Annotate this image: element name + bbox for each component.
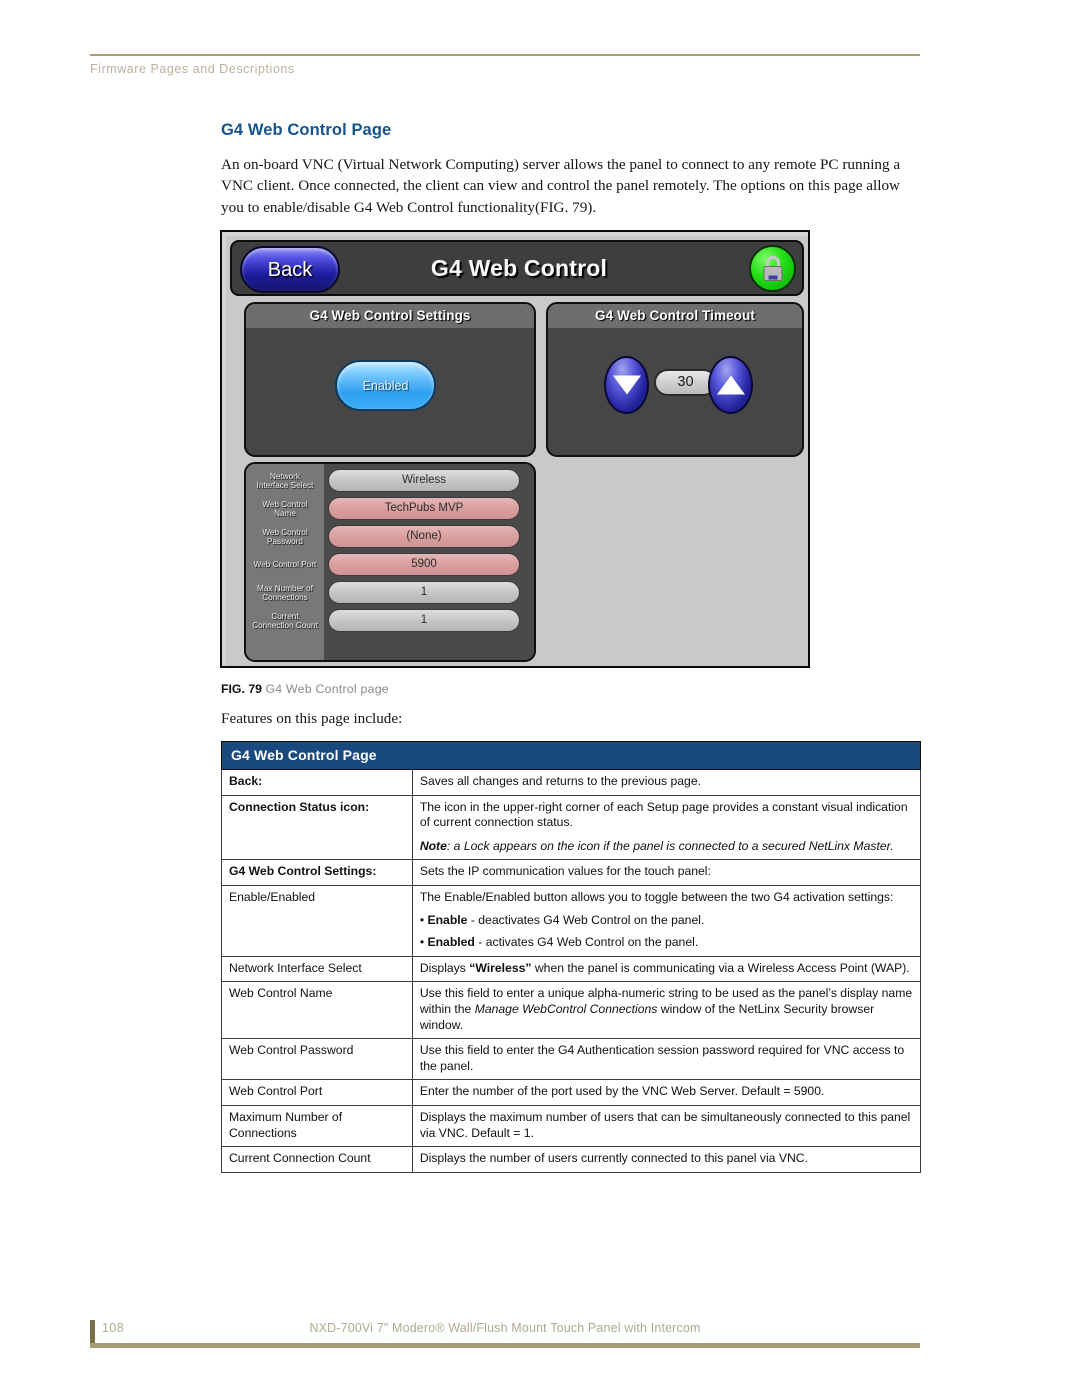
panel-field-value[interactable]: 5900: [328, 553, 520, 576]
panel-field-row: Web Control Port 5900: [246, 551, 534, 579]
table-cell-description: Use this field to enter a unique alpha-n…: [411, 981, 922, 1040]
document-page: Firmware Pages and Descriptions G4 Web C…: [0, 0, 1080, 1397]
figure-caption: FIG. 79 G4 Web Control page: [221, 682, 389, 696]
panel-field-row: Network Interface Select Wireless: [246, 467, 534, 495]
table-cell-description: Saves all changes and returns to the pre…: [411, 769, 922, 796]
table-row: Enable/Enabled The Enable/Enabled button …: [221, 884, 922, 957]
intro-paragraph: An on-board VNC (Virtual Network Computi…: [221, 156, 901, 216]
g4-web-control-timeout-box: G4 Web Control Timeout 30: [546, 302, 804, 457]
table-cell-term: G4 Web Control Settings:: [221, 859, 413, 886]
table-cell-description: Enter the number of the port used by the…: [411, 1079, 922, 1106]
panel-field-row: Web Control Name TechPubs MVP: [246, 495, 534, 523]
table-cell-term: Web Control Name: [221, 981, 413, 1040]
network-fields-box: Network Interface Select Wireless Web Contr…: [244, 462, 536, 662]
running-header: Firmware Pages and Descriptions: [90, 62, 295, 76]
timeout-box-header: G4 Web Control Timeout: [548, 304, 802, 328]
table-row: G4 Web Control Settings: Sets the IP comm…: [221, 859, 922, 886]
table-cell-term: Enable/Enabled: [221, 884, 413, 957]
panel-field-label: Web Control Name: [262, 499, 308, 518]
table-row: Web Control Name Use this field to enter …: [221, 981, 922, 1040]
panel-field-label: Max Number of Connections: [257, 583, 313, 602]
table-row: Connection Status icon: The icon in the u…: [221, 794, 922, 861]
panel-field-row: Max Number of Connections 1: [246, 579, 534, 607]
table-cell-term: Web Control Password: [221, 1038, 413, 1081]
table-cell-term: Web Control Port: [221, 1079, 413, 1106]
panel-field-label: Web Control Password: [262, 527, 308, 546]
figure-touchpanel-screenshot: G4 Web Control Back G4 Web Control Setti…: [220, 230, 810, 668]
table-row: Maximum Number of Connections Displays th…: [221, 1104, 922, 1148]
touchpanel-screen: G4 Web Control Back G4 Web Control Setti…: [226, 236, 808, 666]
footer-document-title: NXD-700Vi 7" Modero® Wall/Flush Mount To…: [309, 1321, 701, 1335]
enabled-toggle-button[interactable]: Enabled: [335, 360, 436, 411]
footer-rule: [90, 1343, 920, 1348]
back-button-label: Back: [267, 259, 313, 281]
header-rule: [90, 54, 920, 56]
figure-caption-label: FIG. 79: [221, 682, 263, 696]
table-cell-term: Maximum Number of Connections: [221, 1104, 413, 1148]
table-header-row: G4 Web Control Page: [221, 741, 921, 770]
enabled-toggle-label: Enabled: [362, 379, 409, 393]
table-cell-term: Connection Status icon:: [221, 794, 413, 861]
panel-field-row: Current Connection Count 1: [246, 607, 534, 635]
panel-field-value[interactable]: TechPubs MVP: [328, 497, 520, 520]
table-cell-term: Back:: [221, 769, 413, 796]
features-intro: Features on this page include:: [221, 710, 403, 727]
page-title: G4 Web Control Page: [221, 121, 392, 139]
feature-descriptions-table: G4 Web Control Page Back: Saves all chang…: [221, 741, 922, 1173]
g4-web-control-settings-box: G4 Web Control Settings Enabled: [244, 302, 536, 457]
table-cell-description: The icon in the upper-right corner of ea…: [411, 794, 922, 861]
table-cell-description: Displays “Wireless” when the panel is co…: [411, 955, 922, 983]
table-cell-term: Network Interface Select: [221, 955, 413, 983]
table-row: Current Connection Count Displays the num…: [221, 1146, 922, 1173]
figure-caption-text: G4 Web Control page: [265, 682, 389, 696]
timeout-stepper: 30: [548, 356, 802, 414]
table-cell-description: Sets the IP communication values for the…: [411, 859, 922, 886]
panel-field-row: Web Control Password (None): [246, 523, 534, 551]
lock-icon: [763, 255, 782, 281]
timeout-decrement-button[interactable]: [604, 356, 649, 414]
touchpanel-titlebar: G4 Web Control Back: [230, 240, 804, 296]
table-row: Web Control Port Enter the number of the …: [221, 1079, 922, 1106]
table-row: Web Control Password Use this field to en…: [221, 1038, 922, 1081]
table-cell-description: Use this field to enter the G4 Authentic…: [411, 1038, 922, 1081]
triangle-down-icon: [612, 375, 641, 395]
table-cell-description: Displays the number of users currently c…: [411, 1146, 922, 1173]
table-title: G4 Web Control Page: [221, 741, 921, 770]
connection-status-lock-icon[interactable]: [749, 245, 796, 292]
back-button[interactable]: Back: [240, 246, 340, 293]
panel-field-label: Web Control Port: [253, 560, 317, 570]
panel-field-value[interactable]: 1: [328, 609, 520, 632]
table-row: Back: Saves all changes and returns to th…: [221, 769, 922, 796]
triangle-up-icon: [716, 375, 745, 395]
panel-field-value[interactable]: Wireless: [328, 469, 520, 492]
table-cell-description: Displays the maximum number of users tha…: [411, 1104, 922, 1148]
table-cell-term: Current Connection Count: [221, 1146, 413, 1173]
panel-field-value[interactable]: (None): [328, 525, 520, 548]
panel-field-value[interactable]: 1: [328, 581, 520, 604]
settings-box-header: G4 Web Control Settings: [246, 304, 534, 328]
panel-field-label: Current Connection Count: [252, 611, 318, 630]
table-row: Network Interface Select Displays “Wirele…: [221, 955, 922, 983]
timeout-increment-button[interactable]: [708, 356, 753, 414]
table-cell-description: The Enable/Enabled button allows you to …: [411, 884, 922, 957]
panel-field-label: Network Interface Select: [256, 471, 314, 490]
